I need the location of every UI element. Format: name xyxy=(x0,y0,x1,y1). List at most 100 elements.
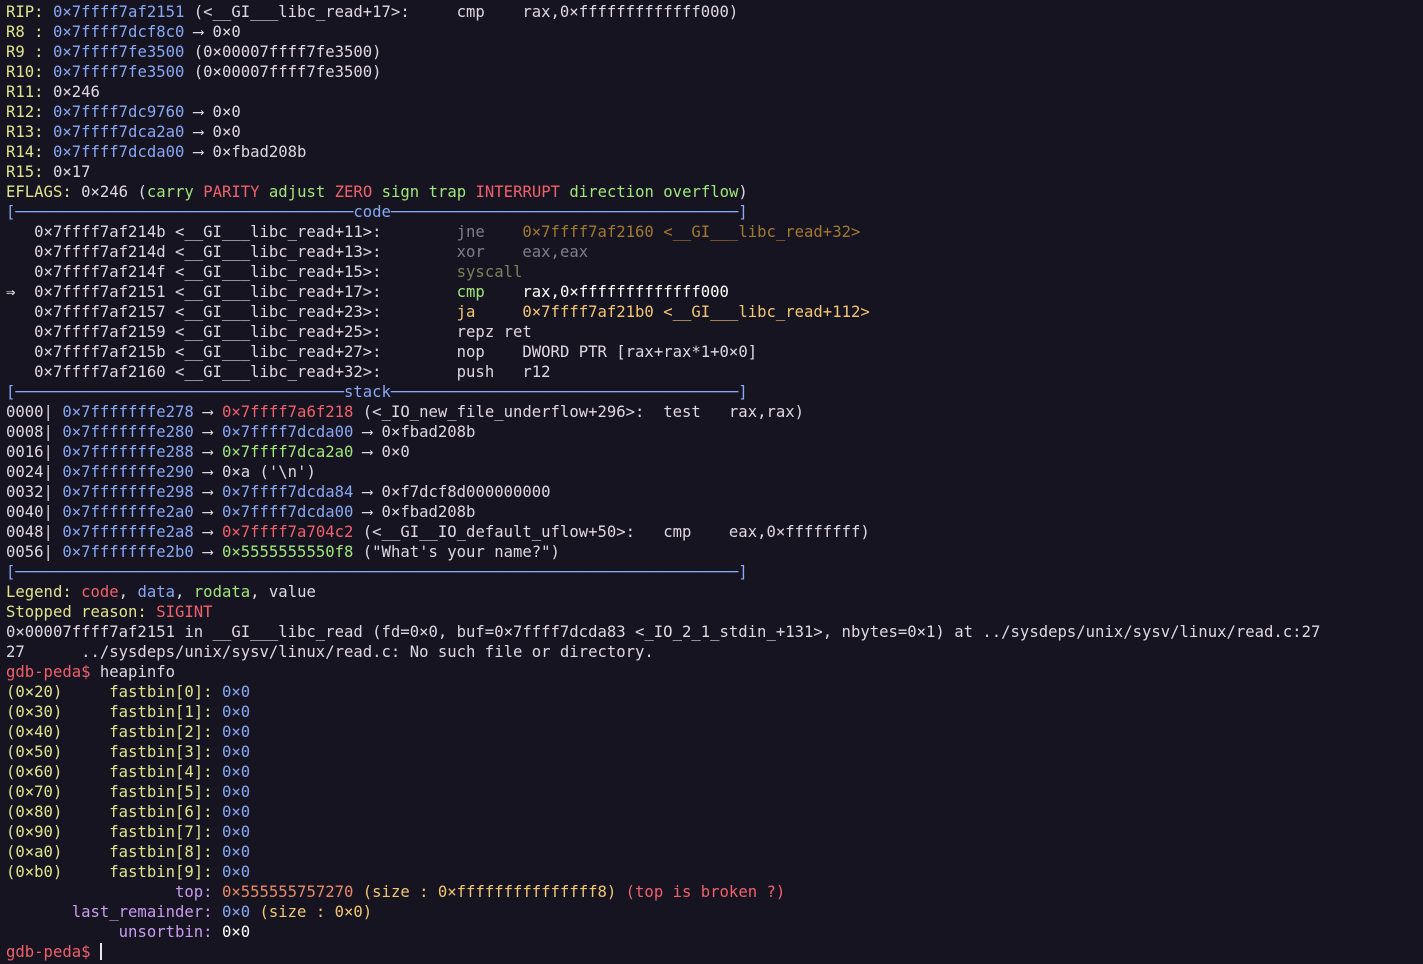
terminal-window[interactable]: RIP: 0×7ffff7af2151 (<__GI___libc_read+1… xyxy=(0,0,1423,962)
legend-code: code xyxy=(81,583,119,601)
eflag: INTERRUPT xyxy=(475,183,561,201)
text-cursor[interactable] xyxy=(99,943,102,960)
register-name: R10: xyxy=(6,63,44,81)
active-prompt-line[interactable]: gdb-peda$ xyxy=(6,942,1423,962)
top-broken-note: (top is broken ?) xyxy=(625,883,786,901)
separator: , xyxy=(250,583,269,601)
fastbin-size: (0×40) xyxy=(6,723,63,741)
code-line: 0×7ffff7af214b <__GI___libc_read+11>: jn… xyxy=(6,222,1423,242)
register-detail: ⟶ 0×0 xyxy=(184,123,241,141)
fastbin-size: (0×a0) xyxy=(6,843,63,861)
stack-detail: (<__GI__IO_default_uflow+50>: cmp eax,0×… xyxy=(353,523,870,541)
current-instruction-marker xyxy=(6,243,25,261)
current-instruction-marker xyxy=(6,343,25,361)
stack-detail: ⟶ 0×0 xyxy=(353,443,410,461)
instruction-symbol: <__GI___libc_read+17>: xyxy=(165,283,382,301)
register-name: R8 : xyxy=(6,23,44,41)
instruction-mnemonic: ja xyxy=(456,303,513,321)
code-line: ⇒ 0×7ffff7af2151 <__GI___libc_read+17>: … xyxy=(6,282,1423,302)
instruction-operands: r12 xyxy=(513,363,551,381)
instruction-operands: 0×7ffff7af21b0 <__GI___libc_read+112> xyxy=(513,303,870,321)
current-instruction-marker xyxy=(6,323,25,341)
stack-value: 0×7ffff7a6f218 xyxy=(221,403,354,421)
stack-address: 0×7fffffffe290 xyxy=(62,463,194,481)
stack-detail: (<_IO_new_file_underflow+296>: test rax,… xyxy=(353,403,805,421)
last-remainder-label: last_remainder: xyxy=(71,903,213,921)
section-rule-stack: [───────────────────────────────────stac… xyxy=(6,383,748,401)
gdb-prompt: gdb-peda$ xyxy=(6,663,91,681)
eflag: overflow xyxy=(663,183,739,201)
stack-address: 0×7fffffffe2a8 xyxy=(62,523,194,541)
location-line: 0×00007ffff7af2151 in __GI___libc_read (… xyxy=(6,622,1423,642)
stack-value: 0×7ffff7dca2a0 xyxy=(221,443,354,461)
fastbin-name: fastbin[2]: xyxy=(109,723,213,741)
register-detail: 0×17 xyxy=(52,163,91,181)
instruction-address: 0×7ffff7af215b xyxy=(34,343,166,361)
register-name: R11: xyxy=(6,83,44,101)
fastbin-size: (0×20) xyxy=(6,683,63,701)
instruction-address: 0×7ffff7af2157 xyxy=(34,303,166,321)
instruction-symbol: <__GI___libc_read+13>: xyxy=(165,243,382,261)
fastbin-value: 0×0 xyxy=(221,823,251,841)
fastbin-size: (0×60) xyxy=(6,763,63,781)
stack-address: 0×7fffffffe278 xyxy=(62,403,194,421)
fastbin-line: (0×30) fastbin[1]: 0×0 xyxy=(6,702,1423,722)
unsortbin-label: unsortbin: xyxy=(118,923,213,941)
instruction-symbol: <__GI___libc_read+27>: xyxy=(165,343,382,361)
legend-label: Legend: xyxy=(6,583,82,601)
stack-detail: ⟶ 0×fbad208b xyxy=(353,423,476,441)
register-name: RIP: xyxy=(6,3,44,21)
register-name: R9 : xyxy=(6,43,44,61)
fastbin-line: (0×90) fastbin[7]: 0×0 xyxy=(6,822,1423,842)
fastbin-size: (0×b0) xyxy=(6,863,63,881)
fastbin-value: 0×0 xyxy=(221,763,251,781)
pointer-arrow: ⟶ xyxy=(193,503,222,521)
code-line: 0×7ffff7af215b <__GI___libc_read+27>: no… xyxy=(6,342,1423,362)
stack-offset: 0048| xyxy=(6,523,53,541)
register-name: R15: xyxy=(6,163,44,181)
register-line: R11: 0×246 xyxy=(6,82,1423,102)
pointer-arrow: ⟶ xyxy=(193,463,222,481)
current-instruction-marker: ⇒ xyxy=(6,283,25,301)
fastbin-size: (0×90) xyxy=(6,823,63,841)
register-name: R14: xyxy=(6,143,44,161)
stopped-reason: SIGINT xyxy=(156,603,213,621)
instruction-symbol: <__GI___libc_read+15>: xyxy=(165,263,382,281)
fastbin-size: (0×70) xyxy=(6,783,63,801)
stack-offset: 0016| xyxy=(6,443,53,461)
location-text: 0×00007ffff7af2151 in __GI___libc_read (… xyxy=(6,623,1321,641)
stack-line: 0016| 0×7fffffffe288 ⟶ 0×7ffff7dca2a0 ⟶ … xyxy=(6,442,1423,462)
code-line: 0×7ffff7af214d <__GI___libc_read+13>: xo… xyxy=(6,242,1423,262)
stack-line: 0040| 0×7fffffffe2a0 ⟶ 0×7ffff7dcda00 ⟶ … xyxy=(6,502,1423,522)
instruction-address: 0×7ffff7af2159 xyxy=(34,323,166,341)
register-value: 0×7ffff7dcf8c0 xyxy=(52,23,185,41)
code-line: 0×7ffff7af2160 <__GI___libc_read+32>: pu… xyxy=(6,362,1423,382)
fastbin-size: (0×80) xyxy=(6,803,63,821)
last-remainder-size: (size : 0×0) xyxy=(259,903,373,921)
instruction-address: 0×7ffff7af2151 xyxy=(34,283,166,301)
section-rule-end: [───────────────────────────────────────… xyxy=(6,563,748,581)
register-detail: ⟶ 0×0 xyxy=(184,23,241,41)
fastbin-line: (0×40) fastbin[2]: 0×0 xyxy=(6,722,1423,742)
fastbin-value: 0×0 xyxy=(221,863,251,881)
register-line: R8 : 0×7ffff7dcf8c0 ⟶ 0×0 xyxy=(6,22,1423,42)
register-detail: ⟶ 0×0 xyxy=(184,103,241,121)
stack-value: 0×7ffff7dcda84 xyxy=(221,483,354,501)
stack-offset: 0008| xyxy=(6,423,53,441)
typed-command: heapinfo xyxy=(99,663,175,681)
stack-value: 0×a ('\n') xyxy=(221,463,316,481)
instruction-symbol: <__GI___libc_read+25>: xyxy=(165,323,382,341)
register-value: 0×7ffff7fe3500 xyxy=(52,43,185,61)
top-label: top: xyxy=(175,883,213,901)
register-line: R15: 0×17 xyxy=(6,162,1423,182)
separator: , xyxy=(175,583,194,601)
fastbin-value: 0×0 xyxy=(221,783,251,801)
register-name: R12: xyxy=(6,103,44,121)
stack-line: 0008| 0×7fffffffe280 ⟶ 0×7ffff7dcda00 ⟶ … xyxy=(6,422,1423,442)
code-line: 0×7ffff7af2159 <__GI___libc_read+25>: re… xyxy=(6,322,1423,342)
instruction-address: 0×7ffff7af214f xyxy=(34,263,166,281)
unsortbin-value: 0×0 xyxy=(221,923,251,941)
fastbin-size: (0×30) xyxy=(6,703,63,721)
